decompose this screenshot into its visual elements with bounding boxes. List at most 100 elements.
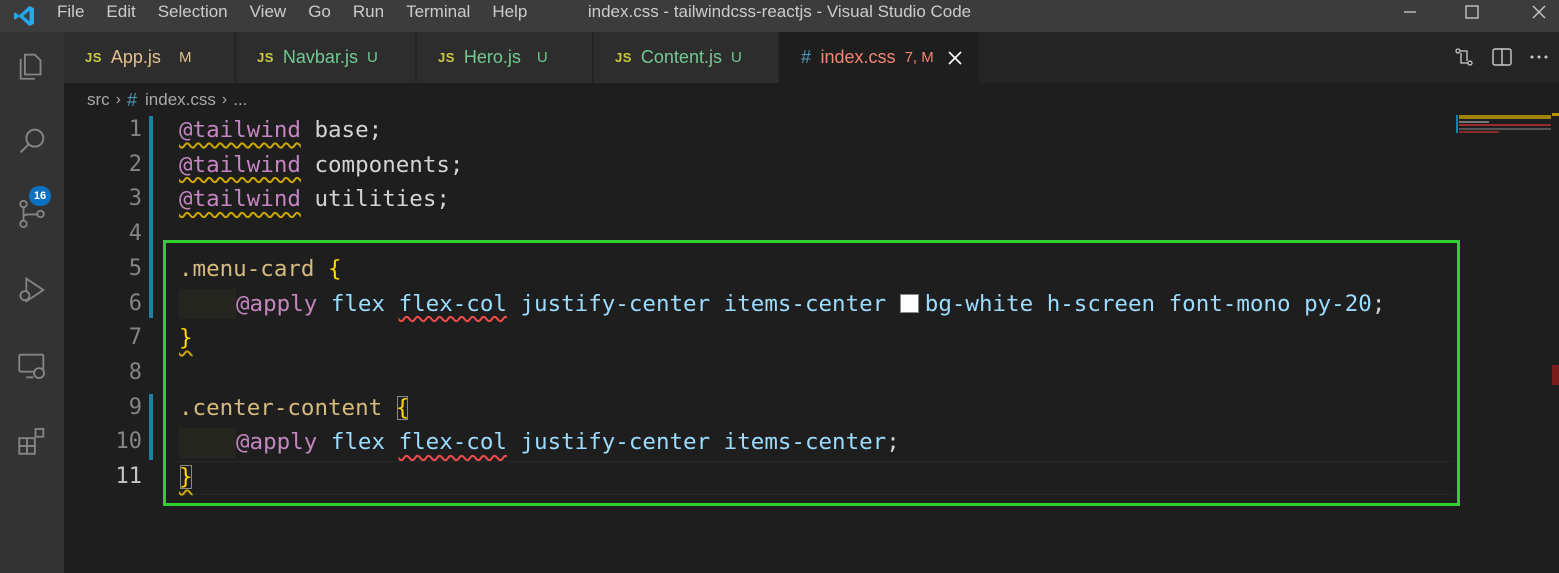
git-status-badge: U xyxy=(730,49,742,66)
at-rule-params: base; xyxy=(300,117,383,143)
line-number: 7 xyxy=(128,325,142,351)
menu-run[interactable]: Run xyxy=(342,0,395,24)
line-number: 4 xyxy=(128,221,142,247)
code-text: @apply flex flex-col justify-center item… xyxy=(179,287,1385,322)
css-selector: .center-content xyxy=(179,394,383,421)
vscode-logo-icon xyxy=(8,2,40,30)
split-editor-button[interactable] xyxy=(1487,42,1517,72)
tab-label: App.js xyxy=(110,47,161,67)
css-selector: .menu-card xyxy=(179,255,315,282)
line-number: 11 xyxy=(115,464,143,489)
menu-file[interactable]: File xyxy=(46,0,95,24)
chevron-right-icon: › xyxy=(115,91,121,108)
utility-class: bg-white h-screen font-mono py-20 xyxy=(924,290,1372,317)
at-rule-params: components; xyxy=(300,151,464,178)
breadcrumb-file[interactable]: index.css xyxy=(145,90,216,110)
close-brace-matched: } xyxy=(179,464,193,490)
code-text: @tailwind components; xyxy=(179,148,463,183)
minimap[interactable] xyxy=(1456,113,1552,143)
line-number: 2 xyxy=(128,151,142,177)
tab-index-css[interactable]: # index.css 7, M xyxy=(780,32,980,83)
extensions-icon[interactable] xyxy=(0,413,64,469)
code-text: @tailwind utilities; xyxy=(179,182,450,217)
minimize-icon xyxy=(1404,11,1416,13)
close-brace: } xyxy=(179,325,193,352)
at-rule: @tailwind xyxy=(179,117,301,143)
git-status-badge: U xyxy=(366,49,378,66)
close-window-button[interactable] xyxy=(1509,0,1559,24)
tab-hero-js[interactable]: JS Hero.js U xyxy=(417,32,593,83)
git-status-badge: U xyxy=(536,49,548,66)
apply-directive: @apply xyxy=(236,290,318,317)
open-brace: { xyxy=(328,255,342,282)
css-file-icon: # xyxy=(127,89,138,110)
code-line: 5 .menu-card { xyxy=(64,252,1454,287)
menu-bar: File Edit Selection View Go Run Terminal… xyxy=(46,0,538,24)
color-swatch[interactable] xyxy=(899,293,919,313)
indent-guide xyxy=(179,289,236,319)
line-number: 8 xyxy=(128,359,142,385)
more-actions-button[interactable] xyxy=(1524,42,1554,72)
js-file-icon: JS xyxy=(615,50,632,65)
code-line: 4 xyxy=(64,217,1454,252)
run-debug-icon[interactable] xyxy=(0,262,64,318)
at-rule: @tailwind xyxy=(179,186,301,213)
menu-selection[interactable]: Selection xyxy=(147,0,239,24)
tab-label: Hero.js xyxy=(463,47,521,67)
js-file-icon: JS xyxy=(85,50,102,65)
semicolon: ; xyxy=(1371,290,1386,317)
line-number: 9 xyxy=(128,394,142,420)
utility-class: justify-center items-center xyxy=(520,290,887,317)
tab-app-js[interactable]: JS App.js M xyxy=(64,32,235,83)
minimize-button[interactable] xyxy=(1380,0,1440,24)
css-file-icon: # xyxy=(801,47,812,67)
maximize-button[interactable] xyxy=(1442,0,1502,24)
search-icon[interactable] xyxy=(0,113,64,169)
open-changes-button[interactable] xyxy=(1449,42,1479,72)
code-text: @apply flex flex-col justify-center item… xyxy=(179,425,900,460)
menu-edit[interactable]: Edit xyxy=(95,0,146,24)
menu-terminal[interactable]: Terminal xyxy=(395,0,481,24)
code-line: 6 @apply flex flex-col justify-center it… xyxy=(64,287,1454,322)
title-bar: File Edit Selection View Go Run Terminal… xyxy=(0,0,1559,32)
ellipsis-icon xyxy=(1530,55,1548,59)
utility-class-error: flex-col xyxy=(398,290,507,317)
remote-explorer-icon[interactable] xyxy=(0,338,64,394)
split-editor-icon xyxy=(1492,48,1512,66)
menu-go[interactable]: Go xyxy=(297,0,342,24)
menu-view[interactable]: View xyxy=(239,0,298,24)
code-text: } xyxy=(179,321,193,356)
code-text: @tailwind base; xyxy=(179,113,382,148)
close-tab-button[interactable] xyxy=(946,49,964,67)
chevron-right-icon: › xyxy=(221,91,228,108)
menu-help[interactable]: Help xyxy=(481,0,538,24)
code-line: 8 xyxy=(64,356,1454,391)
utility-class-error: flex-col xyxy=(398,429,507,456)
overview-ruler[interactable] xyxy=(1552,113,1559,573)
code-line: 1 @tailwind base; xyxy=(64,113,1454,148)
code-text: } xyxy=(179,460,193,495)
close-icon xyxy=(1532,5,1546,19)
indent-guide xyxy=(179,427,236,458)
js-file-icon: JS xyxy=(257,50,274,65)
open-brace-matched: { xyxy=(395,394,410,421)
source-control-badge: 16 xyxy=(29,186,51,206)
code-line: 2 @tailwind components; xyxy=(64,148,1454,183)
line-number: 10 xyxy=(115,429,143,455)
utility-class: flex xyxy=(330,290,386,317)
utility-class: justify-center items-center xyxy=(520,429,887,456)
maximize-icon xyxy=(1465,5,1479,19)
code-line: 10 @apply flex flex-col justify-center i… xyxy=(64,425,1454,460)
code-line: 7 } xyxy=(64,321,1454,356)
breadcrumb-symbols[interactable]: ... xyxy=(233,90,247,110)
tab-content-js[interactable]: JS Content.js U xyxy=(594,32,779,83)
breadcrumb-folder[interactable]: src xyxy=(87,90,110,110)
git-status-badge: M xyxy=(178,49,192,66)
code-line-current: 11 } xyxy=(64,460,1454,495)
explorer-icon[interactable] xyxy=(0,38,64,94)
tab-navbar-js[interactable]: JS Navbar.js U xyxy=(236,32,416,83)
compare-changes-icon xyxy=(1455,48,1473,66)
code-editor[interactable]: 1 @tailwind base; 2 @tailwind components… xyxy=(64,113,1559,573)
breadcrumb: src › # index.css › ... xyxy=(87,87,247,113)
at-rule: @tailwind xyxy=(179,151,301,178)
